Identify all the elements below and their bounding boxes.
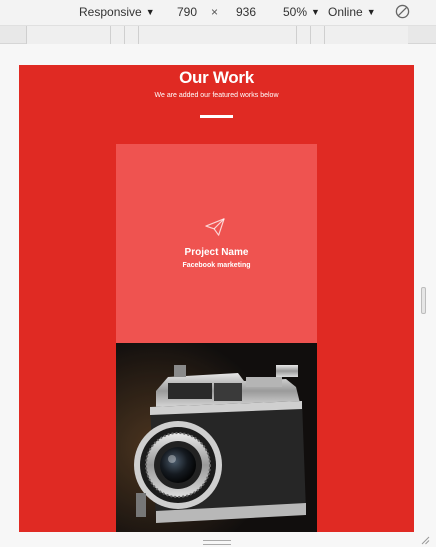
project-category: Facebook marketing [182, 262, 251, 269]
media-query-segment[interactable] [110, 26, 124, 44]
device-label: Responsive [79, 5, 142, 19]
section-title: Our Work [179, 68, 254, 87]
rotate-icon[interactable] [395, 4, 410, 19]
media-query-bar[interactable] [0, 26, 436, 44]
throttle-label: Online [328, 5, 363, 19]
page-viewport: Our Work We are added our featured works… [19, 65, 414, 532]
dimension-separator: × [211, 5, 219, 19]
device-select[interactable]: Responsive ▼ [79, 5, 155, 19]
title-divider [200, 115, 233, 118]
chevron-down-icon: ▼ [366, 7, 376, 17]
corner-resize-icon[interactable] [420, 535, 430, 545]
chevron-down-icon: ▼ [145, 7, 155, 17]
paper-plane-icon [205, 218, 225, 236]
media-query-segment[interactable] [138, 26, 296, 44]
camera-illustration [116, 343, 317, 532]
section-subtitle: We are added our featured works below [154, 92, 279, 99]
media-query-segment[interactable] [310, 26, 324, 44]
media-query-segment[interactable] [296, 26, 310, 44]
height-input[interactable]: 936 [228, 3, 264, 21]
media-query-segment[interactable] [124, 26, 138, 44]
device-toolbar: Responsive ▼ 790 × 936 50% ▼ Online ▼ [0, 0, 436, 26]
media-query-segment[interactable] [324, 26, 408, 44]
bottom-resize-handle[interactable] [203, 540, 231, 545]
media-query-segment[interactable] [26, 26, 110, 44]
throttle-select[interactable]: Online ▼ [328, 5, 376, 19]
card-overlay[interactable]: Project Name Facebook marketing [116, 144, 317, 343]
camera-photo [116, 343, 317, 532]
zoom-label: 50% [283, 5, 308, 19]
project-name: Project Name [184, 247, 249, 258]
zoom-select[interactable]: 50% ▼ [283, 5, 320, 19]
portfolio-card[interactable]: Project Name Facebook marketing [116, 144, 317, 532]
chevron-down-icon: ▼ [311, 7, 320, 17]
width-input[interactable]: 790 [168, 3, 206, 21]
right-resize-handle[interactable] [421, 287, 426, 314]
